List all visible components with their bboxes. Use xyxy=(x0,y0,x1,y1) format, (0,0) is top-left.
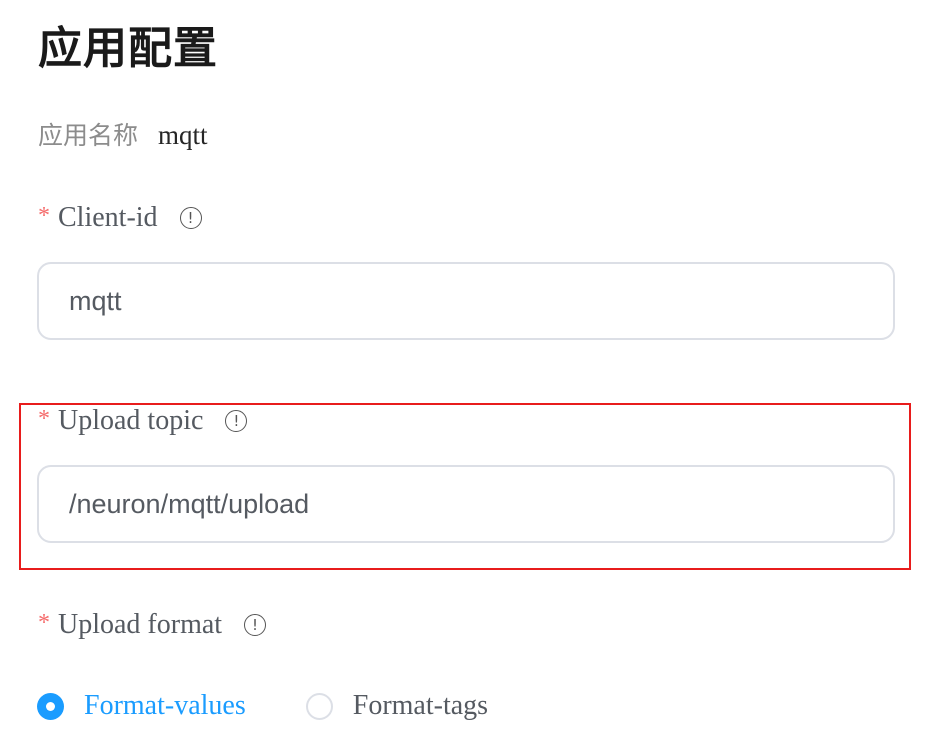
required-mark: * xyxy=(38,202,50,229)
required-mark: * xyxy=(38,609,50,636)
upload-topic-value: /neuron/mqtt/upload xyxy=(69,488,310,519)
client-id-value: mqtt xyxy=(69,285,122,316)
client-id-label: * Client-id ! xyxy=(38,202,202,234)
upload-topic-label-text: Upload topic xyxy=(58,405,204,436)
client-id-input[interactable]: mqtt xyxy=(37,262,895,340)
radio-checked-icon[interactable] xyxy=(37,692,64,720)
info-circle-icon[interactable]: ! xyxy=(244,614,267,636)
radio-format-tags[interactable]: Format-tags xyxy=(305,690,488,722)
info-circle-icon[interactable]: ! xyxy=(225,410,248,432)
upload-format-radio-group: Format-values Format-tags xyxy=(37,690,548,722)
upload-topic-input[interactable]: /neuron/mqtt/upload xyxy=(37,465,895,543)
page-title: 应用配置 xyxy=(38,23,218,74)
radio-label[interactable]: Format-values xyxy=(84,690,246,722)
radio-format-values[interactable]: Format-values xyxy=(37,690,246,722)
client-id-label-text: Client-id xyxy=(58,202,158,233)
required-mark: * xyxy=(38,405,50,432)
radio-unchecked-icon[interactable] xyxy=(305,692,333,720)
upload-format-label-text: Upload format xyxy=(58,609,223,640)
app-name-row: 应用名称 mqtt xyxy=(38,116,208,152)
info-circle-icon[interactable]: ! xyxy=(179,207,202,229)
upload-topic-label: * Upload topic ! xyxy=(38,405,248,437)
radio-label[interactable]: Format-tags xyxy=(353,690,488,722)
upload-format-label: * Upload format ! xyxy=(38,609,267,641)
app-name-value: mqtt xyxy=(158,120,208,150)
app-name-label: 应用名称 xyxy=(38,121,139,150)
